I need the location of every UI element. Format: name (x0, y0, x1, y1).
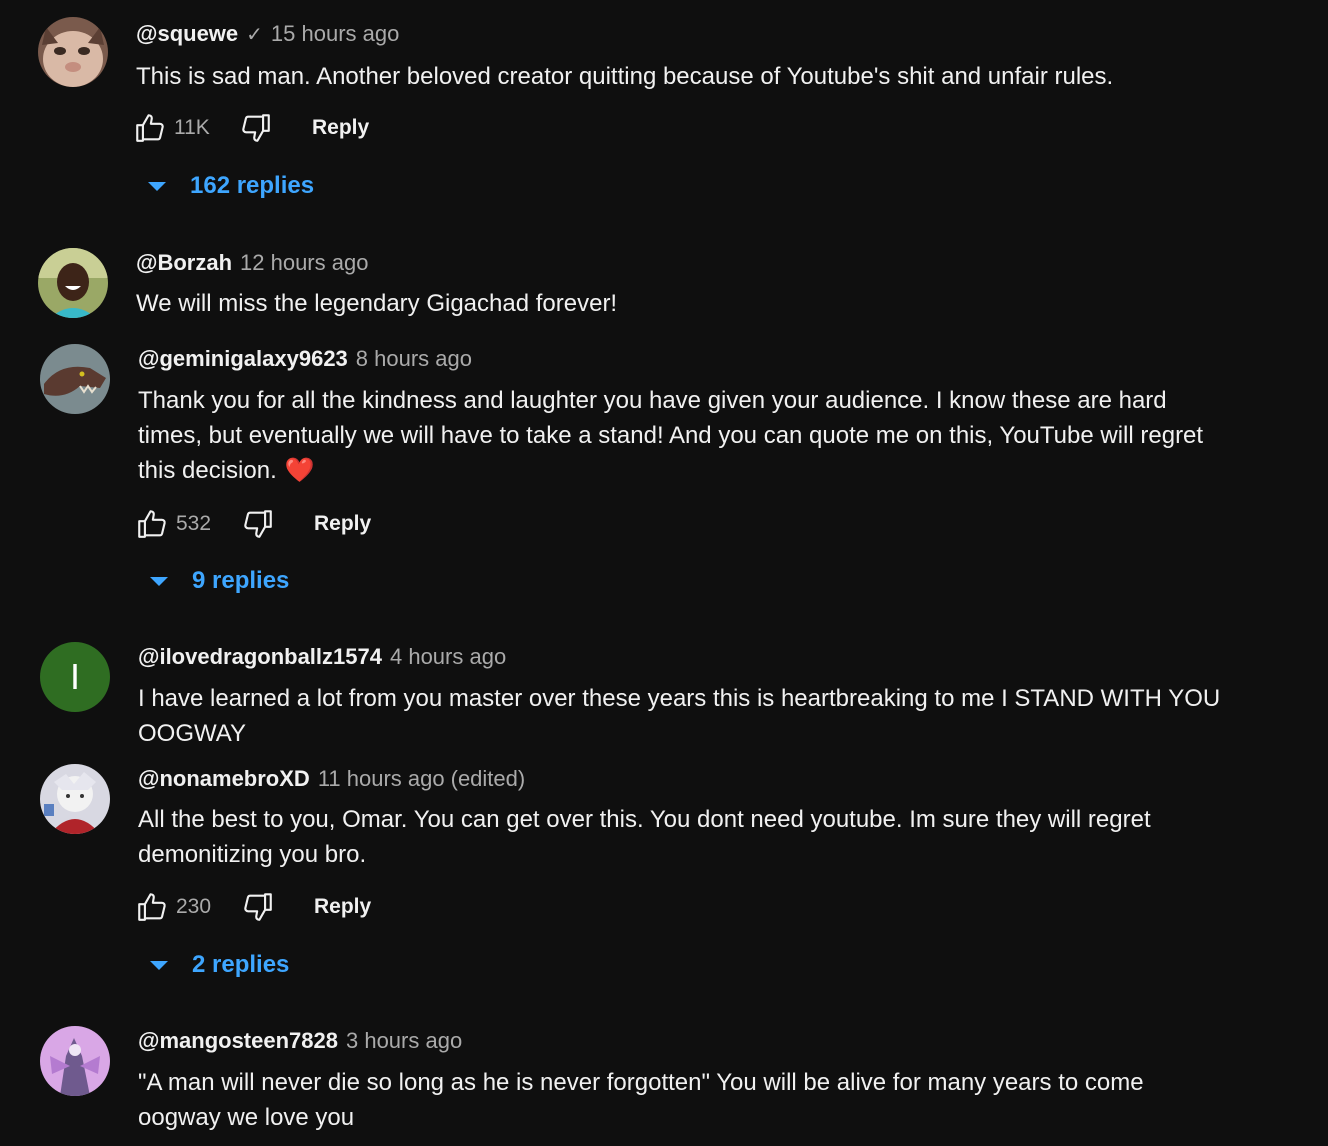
comment-time[interactable]: 15 hours ago (271, 21, 399, 46)
thumbs-up-icon (138, 893, 166, 921)
comment-actions: 532 Reply (132, 504, 371, 544)
replies-toggle[interactable]: 162 replies (148, 172, 314, 200)
dislike-button[interactable] (238, 887, 278, 927)
author-name[interactable]: @mangosteen7828 (138, 1028, 338, 1053)
edited-label: (edited) (450, 766, 526, 791)
like-button[interactable] (130, 108, 170, 148)
avatar[interactable]: I (40, 642, 110, 712)
like-button[interactable] (132, 504, 172, 544)
comment-text: All the best to you, Omar. You can get o… (138, 806, 1151, 868)
comment-header: @ilovedragonballz1574 4 hours ago (138, 643, 506, 671)
like-count: 230 (176, 895, 212, 918)
reply-button[interactable]: Reply (314, 512, 371, 536)
like-count: 11K (174, 116, 210, 139)
dislike-button[interactable] (236, 108, 276, 148)
comment-time[interactable]: 12 hours ago (240, 250, 368, 275)
replies-count: 162 replies (190, 172, 315, 199)
comment-time[interactable]: 4 hours ago (390, 644, 506, 669)
reply-button[interactable]: Reply (314, 895, 371, 919)
dislike-button[interactable] (238, 504, 278, 544)
anime-avatar-image (40, 764, 110, 834)
heart-emoji: ❤️ (284, 457, 315, 484)
comment-text: This is sad man. Another beloved creator… (136, 63, 1114, 90)
comment-text: "A man will never die so long as he is n… (138, 1069, 1144, 1131)
thumbs-up-icon (136, 114, 164, 142)
replies-toggle[interactable]: 9 replies (150, 567, 289, 595)
author-name[interactable]: @nonamebroXD (138, 766, 310, 791)
dinosaur-avatar-image (40, 344, 110, 414)
fantasy-avatar-image (40, 1026, 110, 1096)
thumbs-down-icon (244, 510, 272, 538)
author-name[interactable]: @squewe (136, 21, 238, 46)
avatar-letter: I (69, 656, 80, 697)
avatar[interactable] (40, 1026, 110, 1096)
caret-down-icon (150, 576, 168, 586)
comment-header: @mangosteen7828 3 hours ago (138, 1027, 462, 1055)
comment-time[interactable]: 8 hours ago (356, 346, 472, 371)
caret-down-icon (150, 960, 168, 970)
caret-down-icon (148, 181, 166, 191)
cat-avatar-image (38, 17, 108, 87)
thumbs-up-icon (138, 510, 166, 538)
comment-header: @Borzah 12 hours ago (136, 249, 368, 277)
comment-actions: 230 Reply (132, 887, 371, 927)
comment-text: Thank you for all the kindness and laugh… (138, 383, 1228, 488)
like-count: 532 (176, 512, 212, 535)
comment-header: @squewe ✓ 15 hours ago (136, 20, 399, 49)
avatar[interactable] (40, 344, 110, 414)
replies-count: 2 replies (192, 951, 290, 978)
like-button[interactable] (132, 887, 172, 927)
comment-actions: 11K Reply (130, 108, 369, 148)
avatar[interactable] (40, 764, 110, 834)
comment-time[interactable]: 3 hours ago (346, 1028, 462, 1053)
thumbs-down-icon (242, 114, 270, 142)
avatar[interactable] (38, 17, 108, 87)
checkmark-icon: ✓ (246, 24, 263, 46)
comment-text: We will miss the legendary Gigachad fore… (136, 290, 618, 317)
comment-header: @geminigalaxy9623 8 hours ago (138, 345, 472, 373)
person-avatar-image (38, 248, 108, 318)
comment-header: @nonamebroXD 11 hours ago (edited) (138, 765, 525, 793)
comment-time[interactable]: 11 hours ago (318, 766, 445, 791)
author-name[interactable]: @Borzah (136, 250, 232, 275)
author-name[interactable]: @geminigalaxy9623 (138, 346, 348, 371)
reply-button[interactable]: Reply (312, 116, 369, 140)
comment-text: I have learned a lot from you master ove… (138, 685, 1221, 747)
replies-count: 9 replies (192, 567, 290, 594)
thumbs-down-icon (244, 893, 272, 921)
replies-toggle[interactable]: 2 replies (150, 951, 289, 979)
author-name[interactable]: @ilovedragonballz1574 (138, 644, 382, 669)
avatar[interactable] (38, 248, 108, 318)
